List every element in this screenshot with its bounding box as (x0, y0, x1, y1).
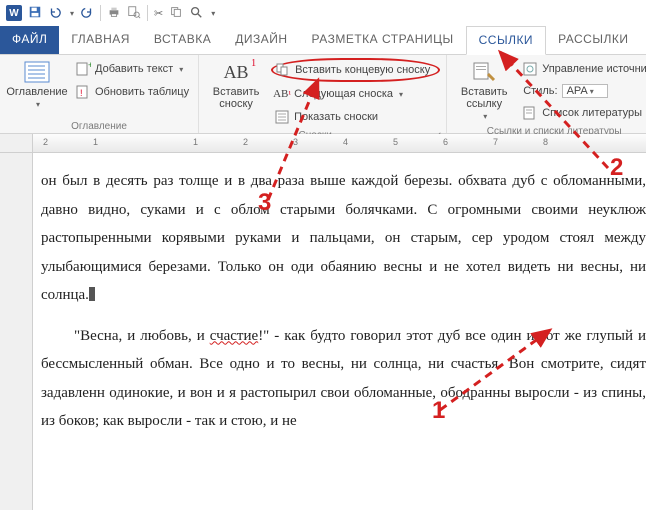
toc-icon (23, 60, 51, 84)
insert-endnote-label: Вставить концевую сноску (295, 64, 430, 76)
ruler-corner (0, 134, 33, 152)
next-footnote-button[interactable]: AB¹ Следующая сноска ▾ (271, 83, 440, 105)
toc-button[interactable]: Оглавление ▾ (6, 58, 68, 109)
add-text-button[interactable]: + Добавить текст ▾ (72, 58, 192, 80)
manage-sources-label: Управление источник (542, 63, 646, 75)
chevron-down-icon: ▾ (179, 65, 183, 74)
tab-mailings[interactable]: РАССЫЛКИ (546, 26, 640, 54)
tab-home[interactable]: ГЛАВНАЯ (59, 26, 142, 54)
cut-icon[interactable]: ✂ (154, 7, 163, 20)
manage-sources-icon (522, 61, 538, 77)
tab-design[interactable]: ДИЗАЙН (223, 26, 299, 54)
update-toc-label: Обновить таблицу (95, 86, 189, 98)
tab-file[interactable]: ФАЙЛ (0, 26, 59, 54)
chevron-down-icon: ▾ (483, 112, 487, 121)
insert-citation-label: Вставить ссылку (461, 86, 508, 110)
save-icon[interactable] (28, 5, 42, 22)
print-preview-icon[interactable] (127, 5, 141, 22)
undo-dropdown-icon[interactable]: ▾ (70, 9, 74, 18)
next-footnote-icon: AB¹ (274, 86, 290, 102)
ribbon: Оглавление ▾ + Добавить текст ▾ ! Обнови… (0, 55, 646, 134)
footnote-icon: AB1 (222, 60, 250, 84)
update-toc-button[interactable]: ! Обновить таблицу (72, 81, 192, 103)
next-footnote-label: Следующая сноска (294, 88, 393, 100)
qat-customize-icon[interactable]: ▾ (211, 9, 215, 18)
text-cursor (89, 287, 95, 301)
separator (100, 5, 101, 21)
insert-footnote-button[interactable]: AB1 Вставить сноску (205, 58, 267, 110)
app-word-icon: W (6, 5, 22, 21)
bibliography-button[interactable]: Список литературы ▾ (519, 102, 646, 124)
paragraph: он был в десять раз толще и в два раза в… (41, 167, 646, 310)
quick-access-toolbar: W ▾ ✂ ▾ (0, 0, 646, 26)
group-toc-label: Оглавление (6, 119, 192, 132)
show-notes-button[interactable]: Показать сноски (271, 106, 440, 128)
group-footnotes: AB1 Вставить сноску Вставить концевую сн… (199, 55, 447, 133)
insert-footnote-label: Вставить сноску (213, 86, 260, 110)
chevron-down-icon: ▾ (399, 90, 403, 99)
page-area: он был в десять раз толще и в два раза в… (0, 153, 646, 510)
group-citations: Вставить ссылку ▾ Управление источник Ст… (447, 55, 646, 133)
copy-icon[interactable] (169, 5, 183, 22)
insert-citation-button[interactable]: Вставить ссылку ▾ (453, 58, 515, 121)
chevron-down-icon: ▾ (36, 100, 40, 109)
show-notes-label: Показать сноски (294, 111, 378, 123)
style-select[interactable]: APA▾ (562, 84, 608, 98)
redo-icon[interactable] (80, 5, 94, 22)
find-icon[interactable] (189, 5, 203, 22)
group-toc: Оглавление ▾ + Добавить текст ▾ ! Обнови… (0, 55, 199, 133)
separator (147, 5, 148, 21)
ruler-row: 2 1 1 2 3 4 5 6 7 8 (0, 134, 646, 153)
ribbon-tabs: ФАЙЛ ГЛАВНАЯ ВСТАВКА ДИЗАЙН РАЗМЕТКА СТР… (0, 26, 646, 55)
citation-style-row: Стиль: APA▾ (519, 81, 646, 101)
add-text-label: Добавить текст (95, 63, 173, 75)
vertical-ruler[interactable] (0, 153, 33, 510)
toc-label: Оглавление (6, 86, 67, 98)
tab-layout[interactable]: РАЗМЕТКА СТРАНИЦЫ (300, 26, 466, 54)
endnote-icon (275, 62, 291, 78)
paragraph: "Весна, и любовь, и счастие!" - как будт… (41, 322, 646, 436)
show-notes-icon (274, 109, 290, 125)
manage-sources-button[interactable]: Управление источник (519, 58, 646, 80)
style-label: Стиль: (523, 85, 557, 97)
document-page[interactable]: он был в десять раз толще и в два раза в… (33, 153, 646, 510)
bibliography-label: Список литературы (542, 107, 642, 119)
tab-insert[interactable]: ВСТАВКА (142, 26, 223, 54)
undo-icon[interactable] (48, 5, 62, 22)
citation-icon (470, 60, 498, 84)
horizontal-ruler[interactable]: 2 1 1 2 3 4 5 6 7 8 (33, 134, 646, 152)
add-text-icon: + (75, 61, 91, 77)
tab-references[interactable]: ССЫЛКИ (466, 26, 546, 55)
svg-text:!: ! (80, 88, 83, 98)
refresh-icon: ! (75, 84, 91, 100)
insert-endnote-button[interactable]: Вставить концевую сноску (271, 58, 440, 82)
quick-print-icon[interactable] (107, 5, 121, 22)
svg-text:+: + (88, 61, 91, 70)
bibliography-icon (522, 105, 538, 121)
